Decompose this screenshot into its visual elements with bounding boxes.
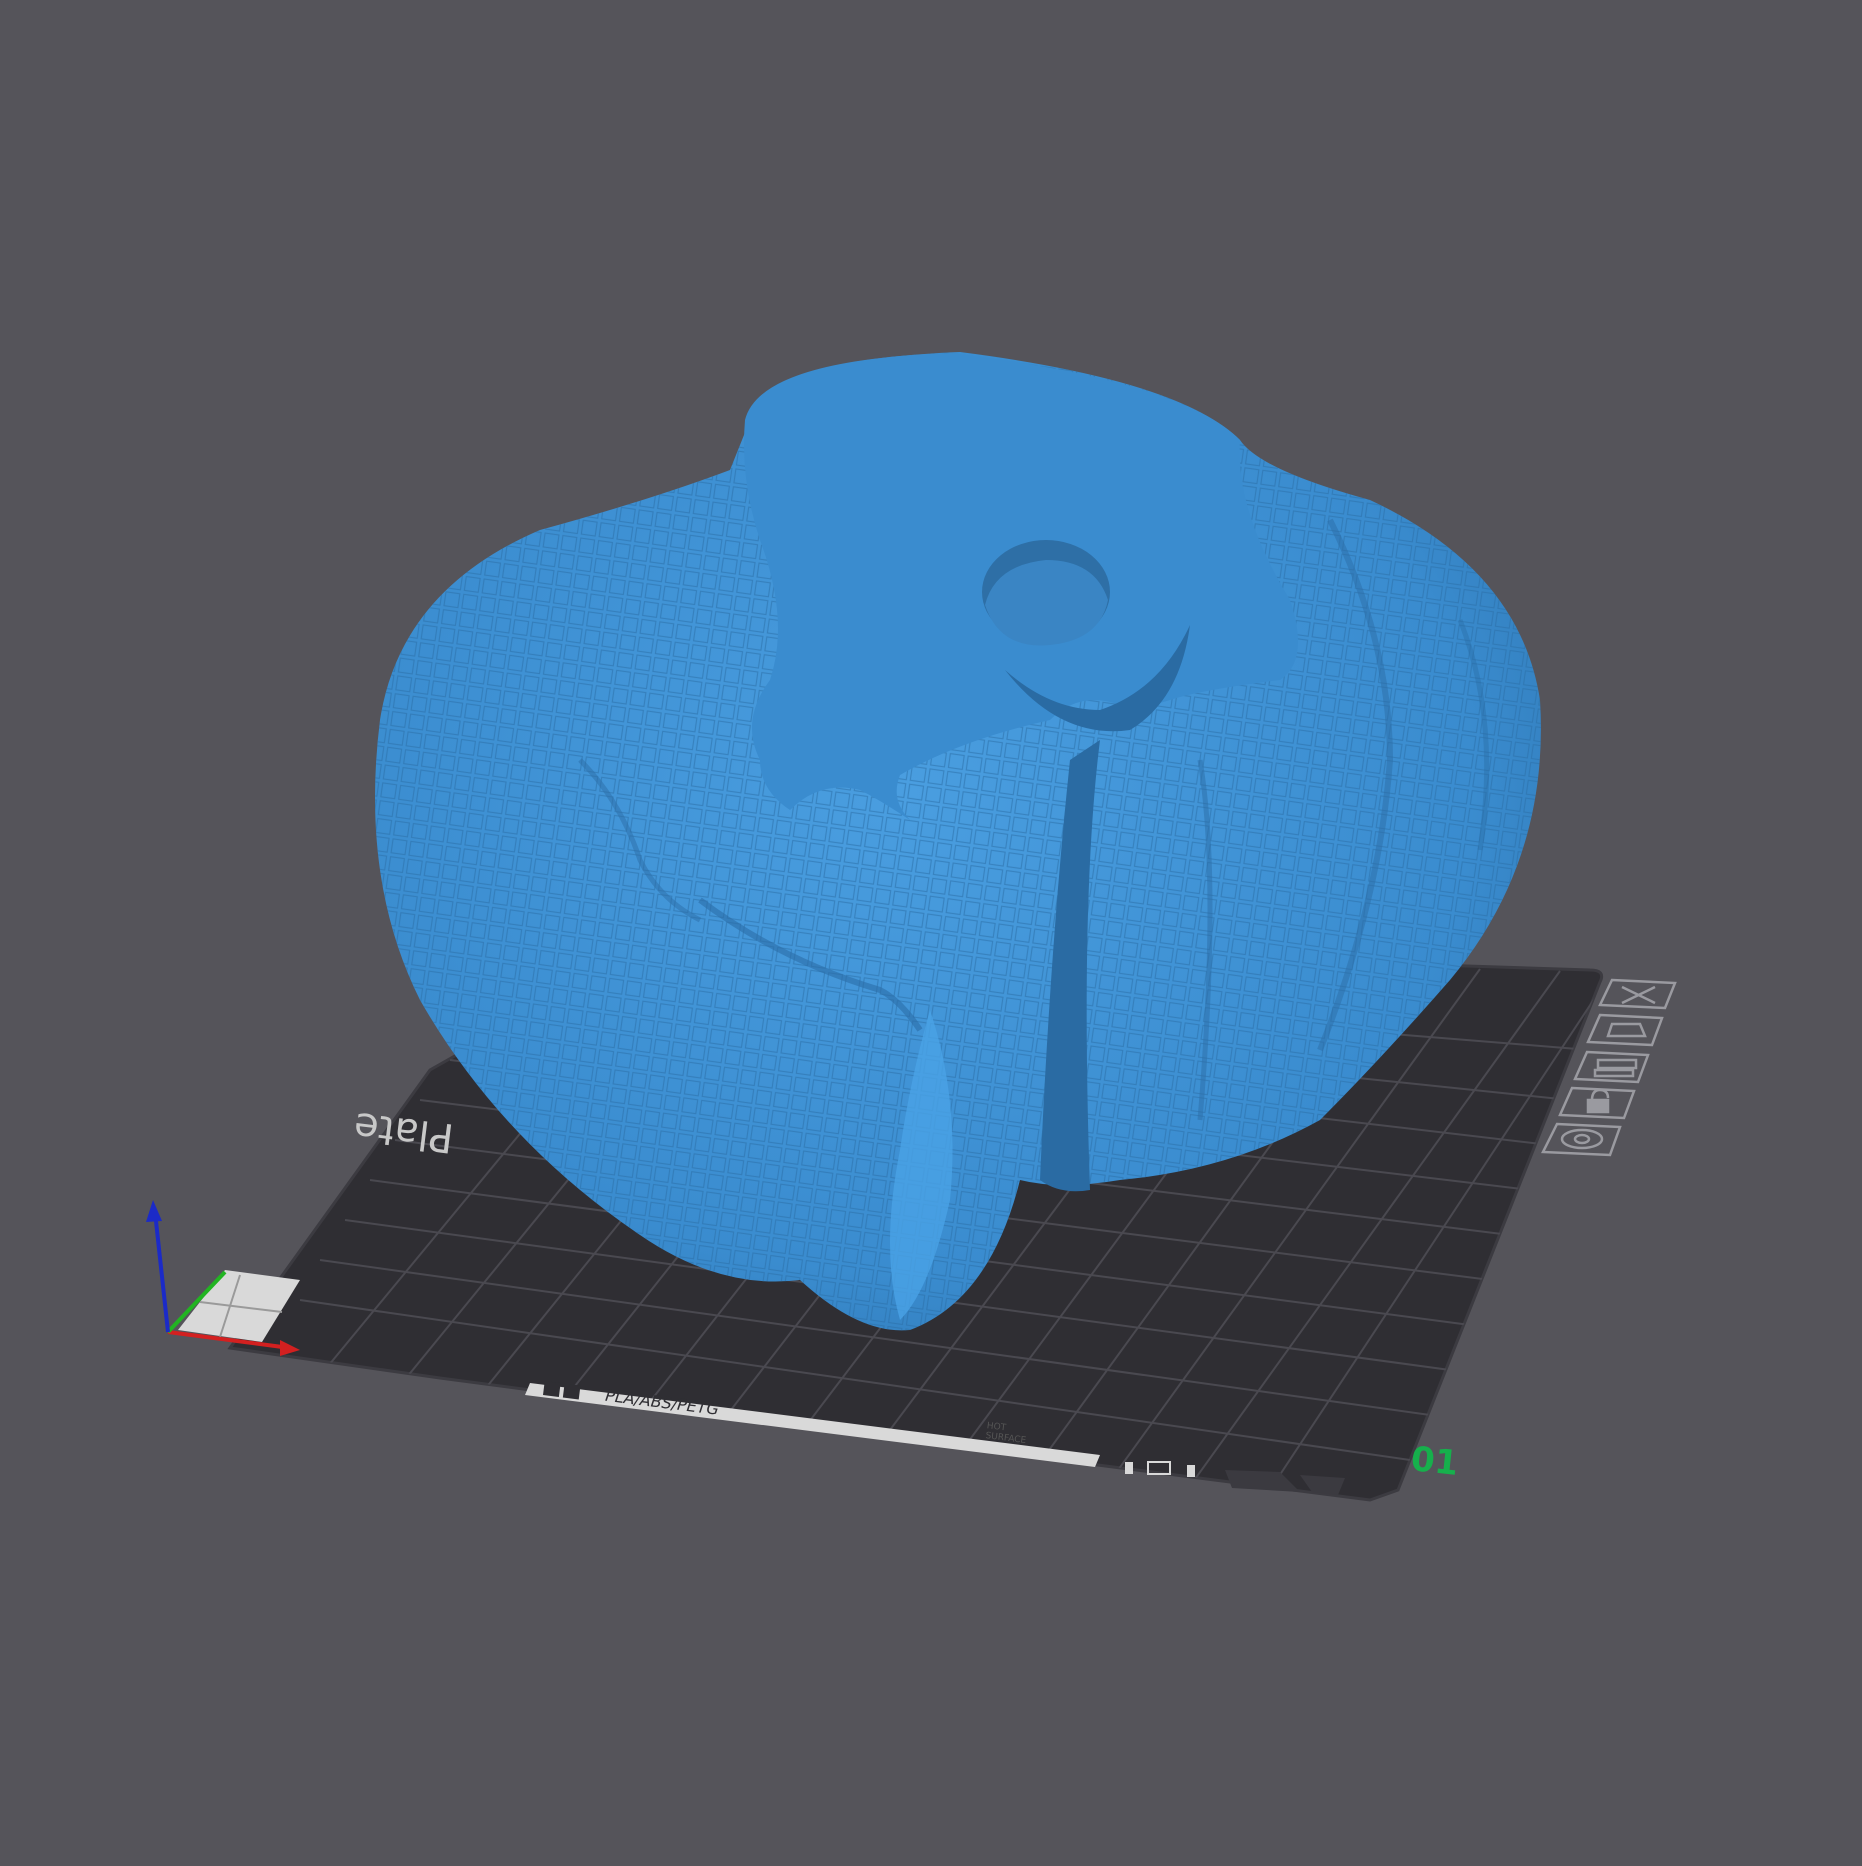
arrange-icon[interactable] <box>1573 1050 1650 1084</box>
lock-icon[interactable] <box>1558 1086 1636 1120</box>
settings-icon[interactable] <box>1541 1122 1622 1157</box>
z-axis <box>153 1211 170 1333</box>
close-icon[interactable] <box>1598 978 1677 1010</box>
3d-viewport[interactable]: PLA/ABS/PETG HOT SURFACE Plate 01 <box>0 0 1862 1862</box>
auto-orient-icon[interactable] <box>1586 1013 1664 1047</box>
plate-number: 01 <box>1409 1439 1460 1484</box>
